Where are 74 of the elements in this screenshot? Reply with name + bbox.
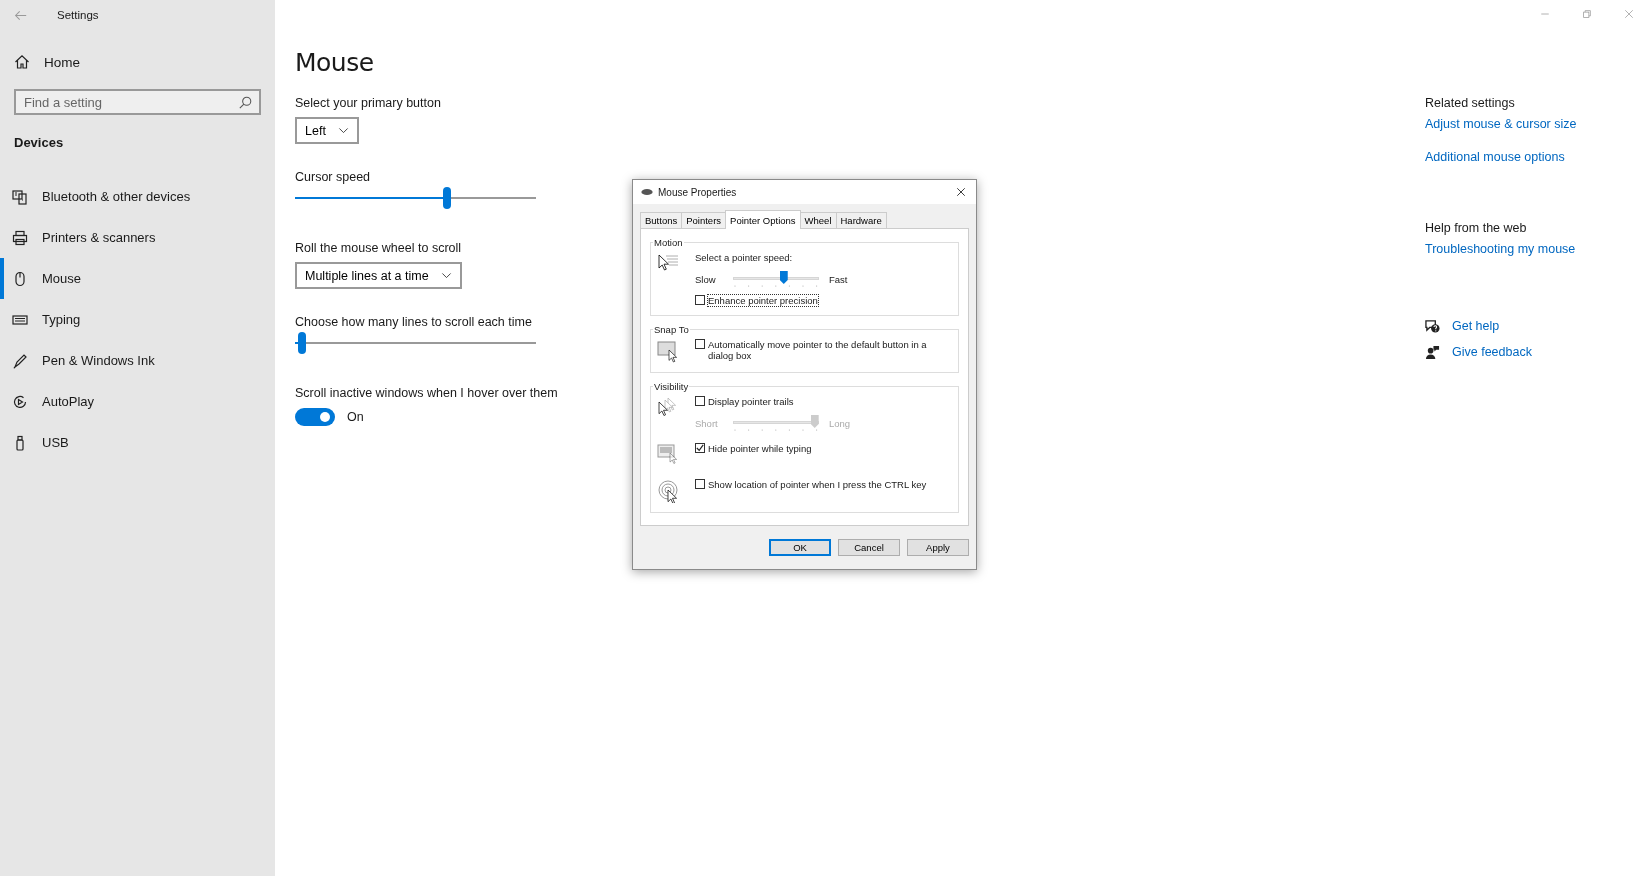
checkbox-label[interactable]: Automatically move pointer to the default button in a dialog box <box>708 339 940 361</box>
dialog-button[interactable]: Apply <box>907 539 969 556</box>
toggle-switch[interactable] <box>295 408 335 426</box>
group-title: Visibility <box>653 381 690 392</box>
dropdown[interactable]: Left <box>295 117 359 144</box>
setting-label: Cursor speed <box>295 170 371 184</box>
settings-link[interactable]: Adjust mouse & cursor size <box>1425 117 1577 131</box>
checkbox[interactable] <box>695 443 705 453</box>
tab[interactable]: Pointer Options <box>725 210 801 229</box>
back-arrow-icon[interactable] <box>14 8 27 22</box>
chat-help-icon <box>1425 318 1440 334</box>
tab[interactable]: Hardware <box>835 212 887 228</box>
sidebar-item[interactable]: Mouse <box>0 258 275 299</box>
checkbox-label[interactable]: Display pointer trails <box>708 396 794 407</box>
close-icon <box>956 187 966 197</box>
slider-thumb[interactable] <box>298 332 307 354</box>
tab[interactable]: Buttons <box>640 212 683 228</box>
target-cursor-icon <box>657 479 681 503</box>
printer-icon <box>12 229 28 246</box>
slider-thumb[interactable] <box>442 187 451 209</box>
dialog-button[interactable]: OK <box>769 539 831 556</box>
checkmark-icon <box>696 444 704 452</box>
setting-label: Scroll inactive windows when I hover over them <box>295 386 558 400</box>
sidebar-item[interactable]: Pen & Windows Ink <box>0 340 275 381</box>
slider-min-label: Slow <box>695 273 717 285</box>
mouse-icon <box>641 188 653 196</box>
checkbox-label[interactable]: Show location of pointer when I press the CTRL key <box>708 479 927 490</box>
slider-thumb[interactable] <box>779 271 788 284</box>
section-heading: Related settings <box>1425 96 1516 110</box>
dialog-title: Mouse Properties <box>658 186 738 198</box>
sidebar-item[interactable]: AutoPlay <box>0 381 275 422</box>
checkbox[interactable] <box>695 339 705 349</box>
person-feedback-icon <box>1425 344 1440 360</box>
search-icon <box>239 96 252 109</box>
setting-label: Select your primary button <box>295 96 441 110</box>
dialog-button[interactable]: Cancel <box>838 539 900 556</box>
field-label: Select a pointer speed: <box>695 252 794 263</box>
checkbox-label[interactable]: Hide pointer while typing <box>708 443 812 454</box>
pen-icon <box>12 352 28 369</box>
checkbox-label[interactable]: Enhance pointer precision <box>708 295 818 306</box>
devices-icon <box>12 188 28 205</box>
sidebar-item[interactable]: Bluetooth & other devices <box>0 176 275 217</box>
window-title: Settings <box>57 9 99 21</box>
group-title: Snap To <box>653 324 690 335</box>
dropdown[interactable]: Multiple lines at a time <box>295 262 462 289</box>
action-link[interactable]: Give feedback <box>1452 345 1532 359</box>
group-title: Motion <box>653 237 684 248</box>
settings-link[interactable]: Additional mouse options <box>1425 150 1565 164</box>
help-link[interactable]: Troubleshooting my mouse <box>1425 242 1576 256</box>
section-heading: Devices <box>14 135 65 150</box>
checkbox[interactable] <box>695 396 705 406</box>
chevron-down-icon <box>337 125 349 136</box>
sidebar-item[interactable]: Typing <box>0 299 275 340</box>
sidebar-item[interactable]: Printers & scanners <box>0 217 275 258</box>
search-field[interactable]: Find a setting <box>14 89 261 115</box>
slider-max-label: Long <box>829 417 852 429</box>
chevron-down-icon <box>440 270 452 281</box>
home-icon <box>14 54 30 70</box>
toggle-state: On <box>347 410 364 424</box>
restore-icon <box>1581 8 1593 20</box>
sidebar-item[interactable]: USB <box>0 422 275 463</box>
slider-min-label: Short <box>695 417 719 429</box>
close-icon <box>1623 8 1635 20</box>
section-heading: Help from the web <box>1425 221 1528 235</box>
home-link[interactable]: Home <box>14 54 80 70</box>
setting-label: Choose how many lines to scroll each time <box>295 315 532 329</box>
checkbox[interactable] <box>695 295 705 305</box>
checkbox[interactable] <box>695 479 705 489</box>
page-title: Mouse <box>295 48 375 77</box>
slider-max-label: Fast <box>829 273 849 285</box>
play-icon <box>12 393 28 410</box>
action-link[interactable]: Get help <box>1452 319 1500 333</box>
mouse-icon <box>12 270 28 287</box>
setting-label: Roll the mouse wheel to scroll <box>295 241 462 255</box>
